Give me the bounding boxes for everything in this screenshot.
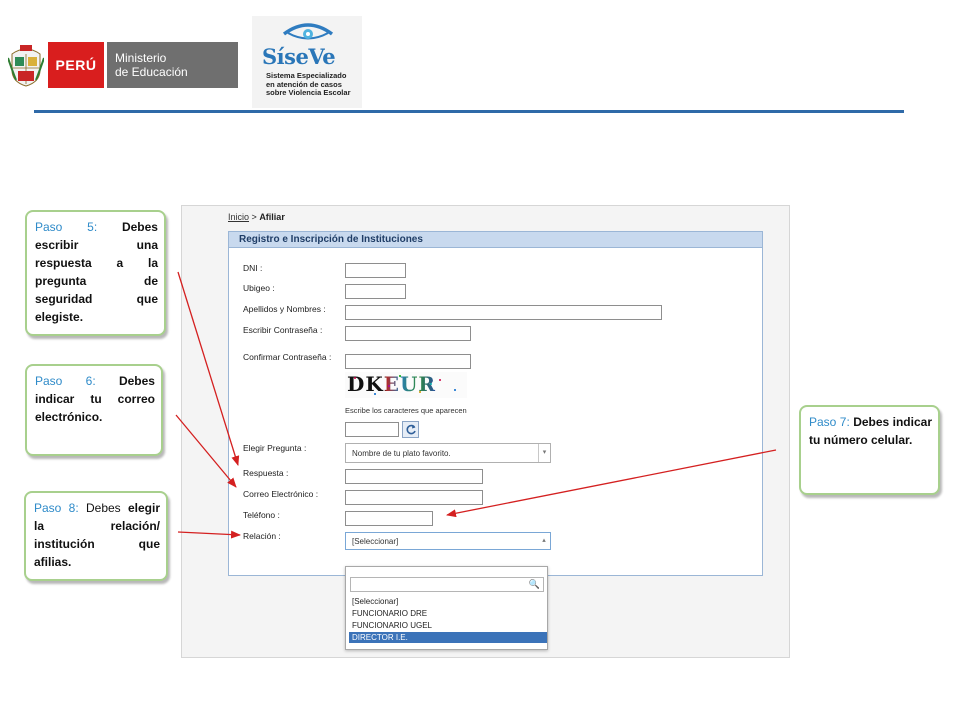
arrow-paso-6 — [175, 414, 237, 488]
arrow-paso-7 — [446, 449, 777, 518]
arrow-paso-8 — [177, 530, 241, 539]
callout-arrows — [175, 271, 777, 539]
arrow-paso-5 — [177, 271, 240, 466]
